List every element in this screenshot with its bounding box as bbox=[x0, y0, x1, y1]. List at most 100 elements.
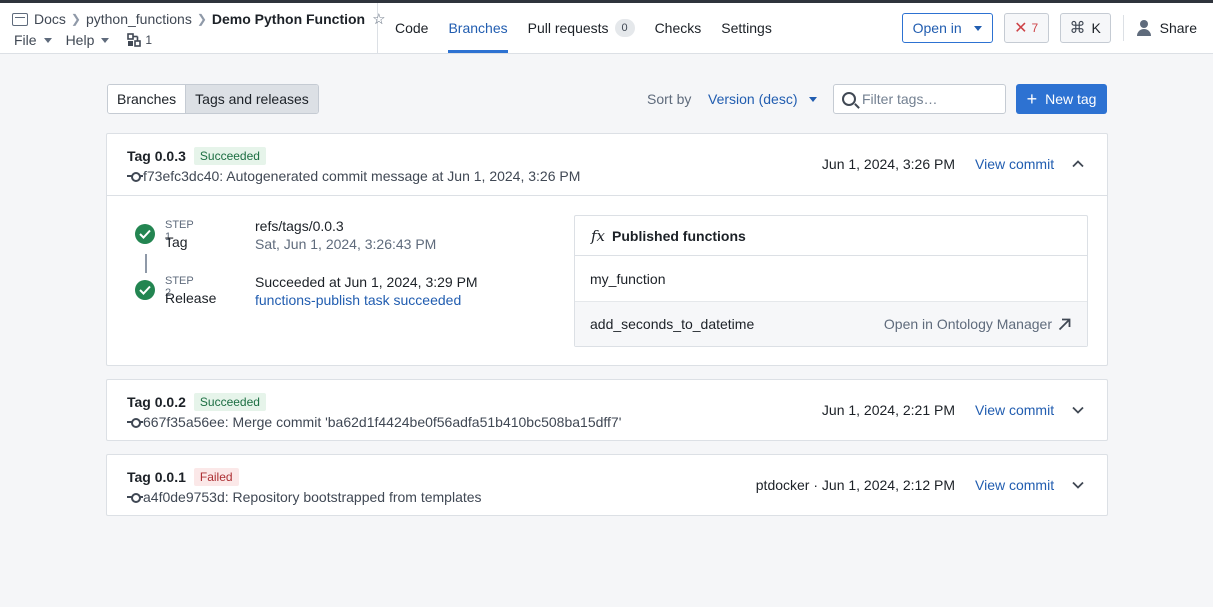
file-menu-label: File bbox=[14, 32, 37, 48]
tab-settings[interactable]: Settings bbox=[721, 3, 772, 53]
step-2-name: Release bbox=[165, 290, 217, 306]
view-commit-link[interactable]: View commit bbox=[975, 402, 1054, 418]
filter-tags-input[interactable] bbox=[862, 91, 992, 107]
star-icon[interactable]: ☆ bbox=[372, 10, 385, 28]
open-in-ontology-label: Open in Ontology Manager bbox=[883, 316, 1052, 332]
new-tag-button[interactable]: + New tag bbox=[1016, 84, 1107, 114]
branch-count[interactable]: 1 bbox=[127, 33, 152, 47]
help-menu-label: Help bbox=[65, 32, 95, 48]
check-circle-icon bbox=[135, 280, 155, 300]
tag-header[interactable]: Tag 0.0.3 Succeeded f73efc3dc40: Autogene… bbox=[107, 134, 1107, 195]
branch-icon bbox=[127, 33, 142, 47]
check-circle-icon bbox=[135, 224, 155, 244]
published-functions-title: Published functions bbox=[612, 227, 746, 244]
commit-message: 667f35a56ee: Merge commit 'ba62d1f4424be… bbox=[143, 414, 622, 430]
tag-card-0-0-1: Tag 0.0.1 Failed a4f0de9753d: Repository … bbox=[106, 454, 1108, 516]
page-title: Demo Python Function bbox=[211, 11, 366, 27]
tag-date: Jun 1, 2024, 3:26 PM bbox=[821, 156, 955, 172]
errors-button[interactable]: ✕ 7 bbox=[1003, 13, 1049, 43]
share-button[interactable]: Share bbox=[1136, 20, 1197, 36]
step-1-name: Tag bbox=[165, 234, 188, 250]
commit-summary: 667f35a56ee: Merge commit 'ba62d1f4424be… bbox=[127, 414, 621, 430]
command-key-icon: ⌘ bbox=[1069, 20, 1086, 37]
command-palette-button[interactable]: ⌘ K bbox=[1059, 13, 1111, 43]
open-in-label: Open in bbox=[912, 20, 962, 36]
tag-title: Tag 0.0.3 Succeeded bbox=[127, 147, 266, 165]
person-icon bbox=[1136, 20, 1152, 36]
published-functions-panel: fx Published functions my_function add_se… bbox=[574, 215, 1088, 347]
app-header: Docs ❯ python_functions ❯ Demo Python Fu… bbox=[0, 3, 1213, 54]
document-icon bbox=[12, 12, 28, 26]
header-actions: Open in ✕ 7 ⌘ K Share bbox=[901, 3, 1213, 53]
tab-pull-requests[interactable]: Pull requests 0 bbox=[528, 3, 635, 53]
chevron-right-icon: ❯ bbox=[70, 12, 81, 26]
branch-count-value: 1 bbox=[145, 33, 153, 47]
view-commit-link[interactable]: View commit bbox=[975, 477, 1054, 493]
sort-dropdown[interactable]: Version (desc) bbox=[708, 91, 818, 107]
tab-code-label: Code bbox=[395, 20, 429, 36]
commit-message: f73efc3dc40: Autogenerated commit messag… bbox=[143, 168, 581, 184]
breadcrumb: Docs ❯ python_functions ❯ Demo Python Fu… bbox=[12, 10, 386, 28]
view-toggle: Branches Tags and releases bbox=[107, 84, 319, 114]
sort-value: Version (desc) bbox=[708, 91, 798, 107]
main-tabs: Code Branches Pull requests 0 Checks Sett… bbox=[395, 3, 792, 53]
chevron-up-icon[interactable] bbox=[1072, 158, 1084, 170]
file-menu[interactable]: File bbox=[14, 32, 52, 48]
view-commit-link[interactable]: View commit bbox=[975, 156, 1054, 172]
tag-details: STEP 1 Tag STEP 2 Release refs/tags/0.0.… bbox=[107, 195, 1107, 365]
tab-pull-requests-label: Pull requests bbox=[527, 20, 609, 36]
tag-title: Tag 0.0.1 Failed bbox=[127, 468, 239, 486]
commit-summary: f73efc3dc40: Autogenerated commit messag… bbox=[127, 168, 580, 184]
publish-task-link[interactable]: functions-publish task succeeded bbox=[255, 292, 461, 308]
tab-branches[interactable]: Branches bbox=[448, 3, 508, 53]
filter-tags-field[interactable] bbox=[833, 84, 1006, 114]
function-icon: fx bbox=[591, 226, 606, 245]
caret-down-icon bbox=[101, 37, 110, 43]
chevron-down-icon[interactable] bbox=[1072, 479, 1084, 491]
tag-header[interactable]: Tag 0.0.1 Failed a4f0de9753d: Repository … bbox=[107, 455, 1107, 516]
tag-card-0-0-3: Tag 0.0.3 Succeeded f73efc3dc40: Autogene… bbox=[106, 133, 1108, 366]
chevron-right-icon: ❯ bbox=[196, 12, 207, 26]
commit-icon bbox=[127, 417, 143, 428]
tab-checks[interactable]: Checks bbox=[655, 3, 702, 53]
pull-requests-count: 0 bbox=[614, 19, 635, 37]
status-badge: Succeeded bbox=[193, 393, 266, 411]
search-icon bbox=[842, 92, 856, 106]
menu-bar: File Help 1 bbox=[14, 32, 152, 48]
tag-name: Tag 0.0.3 bbox=[127, 148, 186, 164]
status-badge: Failed bbox=[193, 468, 239, 486]
help-menu[interactable]: Help bbox=[66, 32, 110, 48]
step-connector bbox=[145, 254, 147, 273]
step-1-info: refs/tags/0.0.3 bbox=[255, 218, 344, 234]
tag-title: Tag 0.0.2 Succeeded bbox=[127, 393, 266, 411]
caret-down-icon bbox=[973, 25, 982, 31]
header-divider bbox=[1122, 15, 1124, 41]
new-tag-label: New tag bbox=[1045, 91, 1097, 107]
segment-tags-and-releases[interactable]: Tags and releases bbox=[185, 85, 318, 113]
step-1-timestamp: Sat, Jun 1, 2024, 3:26:43 PM bbox=[255, 236, 437, 252]
segment-branches[interactable]: Branches bbox=[108, 85, 186, 113]
error-x-icon: ✕ bbox=[1014, 20, 1028, 37]
shortcut-key: K bbox=[1091, 20, 1101, 36]
commit-message: a4f0de9753d: Repository bootstrapped fro… bbox=[143, 489, 482, 505]
plus-icon: + bbox=[1026, 88, 1038, 109]
tag-card-0-0-2: Tag 0.0.2 Succeeded 667f35a56ee: Merge co… bbox=[106, 379, 1108, 441]
tab-code[interactable]: Code bbox=[395, 3, 428, 53]
open-in-button[interactable]: Open in bbox=[901, 13, 993, 43]
errors-count: 7 bbox=[1031, 21, 1039, 35]
function-row[interactable]: add_seconds_to_datetime Open in Ontology… bbox=[575, 301, 1087, 346]
commit-icon bbox=[127, 171, 143, 182]
tag-name: Tag 0.0.1 bbox=[127, 469, 186, 485]
tag-name: Tag 0.0.2 bbox=[127, 394, 186, 410]
breadcrumb-python-functions[interactable]: python_functions bbox=[86, 11, 192, 27]
sort-label: Sort by bbox=[647, 91, 692, 107]
tag-header[interactable]: Tag 0.0.2 Succeeded 667f35a56ee: Merge co… bbox=[107, 380, 1107, 441]
share-label: Share bbox=[1159, 20, 1197, 36]
function-name: add_seconds_to_datetime bbox=[590, 316, 755, 332]
breadcrumb-docs[interactable]: Docs bbox=[34, 11, 66, 27]
chevron-down-icon[interactable] bbox=[1072, 404, 1084, 416]
open-in-ontology-manager-link[interactable]: Open in Ontology Manager bbox=[884, 316, 1071, 332]
caret-down-icon bbox=[809, 96, 818, 102]
function-row[interactable]: my_function bbox=[575, 256, 1087, 301]
commit-icon bbox=[127, 492, 143, 503]
